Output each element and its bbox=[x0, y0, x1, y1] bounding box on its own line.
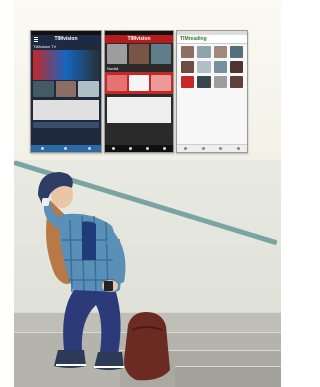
thumbnail bbox=[55, 81, 77, 97]
app-screenshot-timvision-music: TIMvision Novità bbox=[104, 30, 174, 153]
section-label: Novità bbox=[107, 66, 119, 71]
tab-icon bbox=[184, 147, 188, 150]
tab-icon bbox=[41, 147, 45, 150]
tab-icon bbox=[146, 147, 149, 150]
tab-icon bbox=[236, 147, 240, 150]
thumbnail bbox=[78, 81, 100, 97]
hero-banner bbox=[33, 50, 99, 80]
book-cover bbox=[181, 76, 195, 88]
book-cover bbox=[229, 46, 243, 58]
book-cover bbox=[181, 61, 195, 73]
book-cover bbox=[197, 46, 211, 58]
photo-scene: TIMvision TIMvision TV TIMvision Novità bbox=[0, 0, 281, 387]
thumb-row bbox=[105, 43, 173, 65]
tab-icon bbox=[219, 147, 223, 150]
thumb-row bbox=[31, 80, 101, 98]
thumbnail bbox=[33, 81, 54, 97]
headphones-icon bbox=[42, 198, 49, 206]
content-area bbox=[33, 100, 99, 120]
app-screenshot-timreading: TIMreading bbox=[176, 30, 248, 153]
list-area bbox=[107, 97, 171, 123]
legs bbox=[63, 290, 121, 354]
tab-icon bbox=[87, 147, 91, 150]
stair-step bbox=[175, 366, 281, 387]
content-strip bbox=[33, 122, 99, 128]
book-cover bbox=[229, 61, 243, 73]
book-cover bbox=[197, 76, 211, 88]
book-grid bbox=[177, 44, 247, 90]
app-screenshot-timvision: TIMvision TIMvision TV bbox=[30, 30, 102, 153]
tab-icon bbox=[201, 147, 205, 150]
book-cover bbox=[229, 76, 243, 88]
menu-icon bbox=[34, 37, 38, 42]
thumbnail bbox=[151, 75, 171, 91]
app-title: TIMreading bbox=[180, 36, 207, 42]
thumbnail bbox=[151, 44, 171, 64]
backpack bbox=[124, 312, 170, 381]
tab-icon bbox=[129, 147, 132, 150]
book-cover bbox=[213, 76, 227, 88]
thumbnail bbox=[107, 75, 127, 91]
tab-bar bbox=[31, 145, 101, 152]
book-cover bbox=[197, 61, 211, 73]
thumb-row bbox=[105, 72, 173, 94]
tab-icon bbox=[64, 147, 68, 150]
book-cover bbox=[213, 61, 227, 73]
tab-icon bbox=[112, 147, 115, 150]
app-header: TIMreading bbox=[177, 35, 247, 44]
thumbnail bbox=[107, 44, 127, 64]
woman-figure bbox=[38, 172, 170, 381]
thumbnail bbox=[129, 75, 149, 91]
book-cover bbox=[213, 46, 227, 58]
phone-icon bbox=[104, 281, 113, 291]
thumbnail bbox=[129, 44, 149, 64]
app-header: TIMvision bbox=[31, 35, 101, 43]
app-title: TIMvision bbox=[127, 36, 151, 42]
tab-icon bbox=[163, 147, 166, 150]
tab-bar bbox=[105, 145, 173, 152]
book-cover bbox=[181, 46, 195, 58]
app-title: TIMvision bbox=[54, 36, 78, 42]
section-label: TIMvision TV bbox=[33, 44, 57, 49]
tab-bar bbox=[177, 144, 247, 152]
app-header: TIMvision bbox=[105, 35, 173, 43]
